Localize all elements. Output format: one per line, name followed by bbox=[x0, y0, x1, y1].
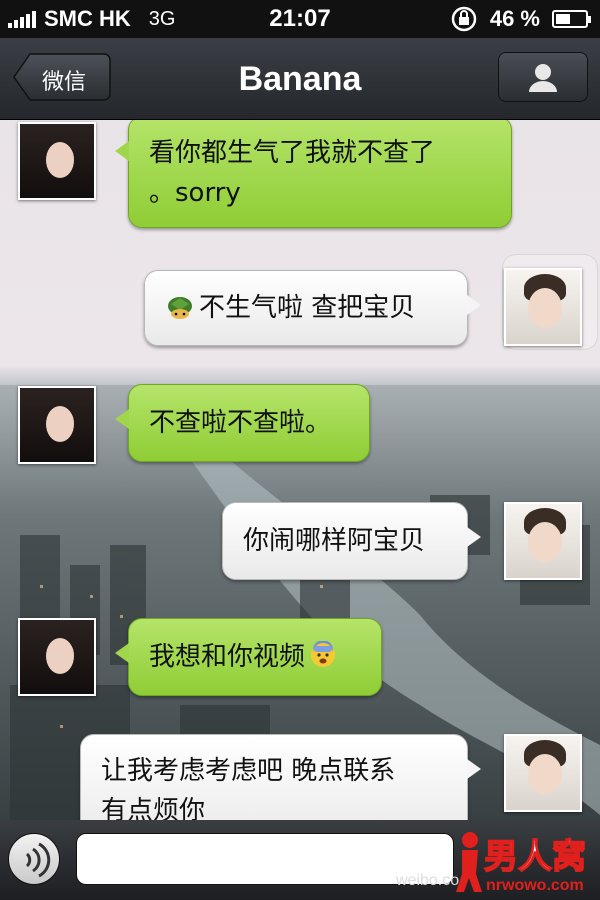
message-bubble-sent[interactable]: 你闹哪样阿宝贝 bbox=[222, 502, 481, 580]
message-text-line: 。sorry bbox=[149, 178, 241, 208]
voice-wave-icon bbox=[25, 842, 51, 878]
my-avatar[interactable] bbox=[504, 502, 582, 580]
orientation-lock-icon bbox=[451, 6, 477, 32]
site-logo: 男人窝 nrwowo.com bbox=[456, 832, 587, 894]
chat-title: Banana bbox=[238, 60, 362, 98]
contact-avatar[interactable] bbox=[18, 122, 96, 200]
back-button[interactable]: 微信 bbox=[12, 52, 112, 102]
back-button-label: 微信 bbox=[42, 70, 87, 95]
message-text: 我想和你视频 bbox=[149, 642, 306, 672]
message-text: 不查啦不查啦。 bbox=[149, 408, 332, 438]
turtle-emoji-icon bbox=[168, 297, 192, 319]
message-bubble-sent[interactable]: 让我考虑考虑吧 晚点联系 有点烦你 bbox=[80, 734, 481, 820]
voice-input-button[interactable] bbox=[8, 833, 60, 885]
message-text-line: 有点烦你 bbox=[101, 796, 206, 820]
status-right: 46 % bbox=[450, 5, 591, 33]
message-text-line: 看你都生气了我就不查了 bbox=[149, 138, 436, 168]
contact-avatar[interactable] bbox=[18, 386, 96, 464]
message-text: 不生气啦 查把宝贝 bbox=[199, 293, 416, 323]
fearful-face-emoji-icon bbox=[311, 641, 336, 667]
contact-avatar[interactable] bbox=[18, 618, 96, 696]
battery-percent: 46 % bbox=[489, 6, 540, 31]
message-bubble-received[interactable]: 不查啦不查啦。 bbox=[115, 384, 370, 462]
svg-text:男人窝: 男人窝 bbox=[484, 837, 586, 877]
status-bar: SMC HK 3G 21:07 46 % bbox=[0, 0, 600, 38]
nav-bar: 微信 Banana bbox=[0, 38, 600, 120]
logo-figure-icon bbox=[456, 832, 482, 892]
my-avatar[interactable] bbox=[504, 268, 582, 346]
my-avatar[interactable] bbox=[504, 734, 582, 812]
message-bubble-received[interactable]: 我想和你视频 bbox=[115, 618, 382, 696]
weibo-watermark: weibo.co bbox=[396, 872, 460, 889]
message-text-line: 让我考虑考虑吧 晚点联系 bbox=[101, 756, 396, 786]
contact-profile-button[interactable] bbox=[498, 52, 588, 102]
person-icon bbox=[529, 64, 557, 92]
message-bubble-sent[interactable]: 不生气啦 查把宝贝 bbox=[144, 270, 481, 346]
message-text: 你闹哪样阿宝贝 bbox=[243, 526, 426, 556]
message-bubble-received[interactable]: 看你都生气了我就不查了 。sorry bbox=[115, 120, 512, 228]
chat-area[interactable]: 看你都生气了我就不查了 。sorry 不生气啦 查把宝贝 不查啦不查啦。 你闹哪… bbox=[0, 120, 600, 820]
svg-text:nrwowo.com: nrwowo.com bbox=[486, 877, 584, 894]
battery-icon bbox=[552, 10, 591, 28]
